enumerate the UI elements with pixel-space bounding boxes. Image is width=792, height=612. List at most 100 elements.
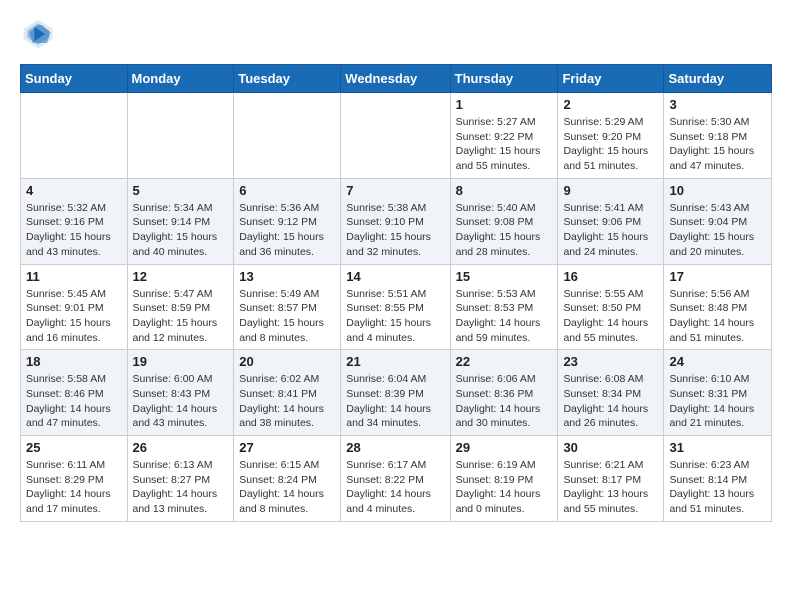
day-number: 7 <box>346 183 444 198</box>
day-info: Sunrise: 6:19 AM Sunset: 8:19 PM Dayligh… <box>456 458 553 517</box>
day-info: Sunrise: 6:15 AM Sunset: 8:24 PM Dayligh… <box>239 458 335 517</box>
weekday-tuesday: Tuesday <box>234 65 341 93</box>
day-number: 20 <box>239 354 335 369</box>
day-number: 1 <box>456 97 553 112</box>
day-info: Sunrise: 5:47 AM Sunset: 8:59 PM Dayligh… <box>133 287 229 346</box>
week-row-3: 11 Sunrise: 5:45 AM Sunset: 9:01 PM Dayli… <box>21 264 772 350</box>
day-cell: 14 Sunrise: 5:51 AM Sunset: 8:55 PM Dayli… <box>341 264 450 350</box>
day-number: 18 <box>26 354 122 369</box>
day-cell <box>341 93 450 179</box>
day-cell: 15 Sunrise: 5:53 AM Sunset: 8:53 PM Dayli… <box>450 264 558 350</box>
weekday-sunday: Sunday <box>21 65 128 93</box>
day-info: Sunrise: 5:40 AM Sunset: 9:08 PM Dayligh… <box>456 201 553 260</box>
day-number: 8 <box>456 183 553 198</box>
day-info: Sunrise: 6:10 AM Sunset: 8:31 PM Dayligh… <box>669 372 766 431</box>
day-cell: 29 Sunrise: 6:19 AM Sunset: 8:19 PM Dayli… <box>450 436 558 522</box>
day-cell: 20 Sunrise: 6:02 AM Sunset: 8:41 PM Dayli… <box>234 350 341 436</box>
day-number: 31 <box>669 440 766 455</box>
day-number: 24 <box>669 354 766 369</box>
day-info: Sunrise: 5:27 AM Sunset: 9:22 PM Dayligh… <box>456 115 553 174</box>
day-cell <box>234 93 341 179</box>
page: SundayMondayTuesdayWednesdayThursdayFrid… <box>0 0 792 538</box>
weekday-saturday: Saturday <box>664 65 772 93</box>
day-cell <box>127 93 234 179</box>
day-info: Sunrise: 5:41 AM Sunset: 9:06 PM Dayligh… <box>563 201 658 260</box>
calendar-table: SundayMondayTuesdayWednesdayThursdayFrid… <box>20 64 772 522</box>
day-info: Sunrise: 5:56 AM Sunset: 8:48 PM Dayligh… <box>669 287 766 346</box>
day-cell: 9 Sunrise: 5:41 AM Sunset: 9:06 PM Daylig… <box>558 178 664 264</box>
day-cell: 31 Sunrise: 6:23 AM Sunset: 8:14 PM Dayli… <box>664 436 772 522</box>
day-info: Sunrise: 6:08 AM Sunset: 8:34 PM Dayligh… <box>563 372 658 431</box>
day-number: 11 <box>26 269 122 284</box>
day-info: Sunrise: 5:51 AM Sunset: 8:55 PM Dayligh… <box>346 287 444 346</box>
day-info: Sunrise: 6:23 AM Sunset: 8:14 PM Dayligh… <box>669 458 766 517</box>
day-info: Sunrise: 5:38 AM Sunset: 9:10 PM Dayligh… <box>346 201 444 260</box>
day-number: 12 <box>133 269 229 284</box>
weekday-wednesday: Wednesday <box>341 65 450 93</box>
day-info: Sunrise: 6:04 AM Sunset: 8:39 PM Dayligh… <box>346 372 444 431</box>
day-number: 19 <box>133 354 229 369</box>
day-info: Sunrise: 6:11 AM Sunset: 8:29 PM Dayligh… <box>26 458 122 517</box>
day-number: 21 <box>346 354 444 369</box>
day-cell: 24 Sunrise: 6:10 AM Sunset: 8:31 PM Dayli… <box>664 350 772 436</box>
day-number: 30 <box>563 440 658 455</box>
day-cell: 16 Sunrise: 5:55 AM Sunset: 8:50 PM Dayli… <box>558 264 664 350</box>
day-number: 15 <box>456 269 553 284</box>
day-number: 4 <box>26 183 122 198</box>
day-number: 26 <box>133 440 229 455</box>
day-cell: 21 Sunrise: 6:04 AM Sunset: 8:39 PM Dayli… <box>341 350 450 436</box>
day-number: 16 <box>563 269 658 284</box>
day-info: Sunrise: 6:06 AM Sunset: 8:36 PM Dayligh… <box>456 372 553 431</box>
day-cell: 27 Sunrise: 6:15 AM Sunset: 8:24 PM Dayli… <box>234 436 341 522</box>
day-number: 17 <box>669 269 766 284</box>
day-info: Sunrise: 5:49 AM Sunset: 8:57 PM Dayligh… <box>239 287 335 346</box>
header <box>20 16 772 52</box>
day-cell: 22 Sunrise: 6:06 AM Sunset: 8:36 PM Dayli… <box>450 350 558 436</box>
day-info: Sunrise: 5:55 AM Sunset: 8:50 PM Dayligh… <box>563 287 658 346</box>
week-row-5: 25 Sunrise: 6:11 AM Sunset: 8:29 PM Dayli… <box>21 436 772 522</box>
day-cell <box>21 93 128 179</box>
day-number: 10 <box>669 183 766 198</box>
day-cell: 8 Sunrise: 5:40 AM Sunset: 9:08 PM Daylig… <box>450 178 558 264</box>
day-cell: 4 Sunrise: 5:32 AM Sunset: 9:16 PM Daylig… <box>21 178 128 264</box>
week-row-2: 4 Sunrise: 5:32 AM Sunset: 9:16 PM Daylig… <box>21 178 772 264</box>
day-info: Sunrise: 6:17 AM Sunset: 8:22 PM Dayligh… <box>346 458 444 517</box>
day-cell: 17 Sunrise: 5:56 AM Sunset: 8:48 PM Dayli… <box>664 264 772 350</box>
day-info: Sunrise: 5:29 AM Sunset: 9:20 PM Dayligh… <box>563 115 658 174</box>
day-info: Sunrise: 6:02 AM Sunset: 8:41 PM Dayligh… <box>239 372 335 431</box>
day-number: 9 <box>563 183 658 198</box>
day-cell: 26 Sunrise: 6:13 AM Sunset: 8:27 PM Dayli… <box>127 436 234 522</box>
day-cell: 19Sunrise: 6:00 AM Sunset: 8:43 PM Dayli… <box>127 350 234 436</box>
day-number: 13 <box>239 269 335 284</box>
day-number: 28 <box>346 440 444 455</box>
day-cell: 2 Sunrise: 5:29 AM Sunset: 9:20 PM Daylig… <box>558 93 664 179</box>
day-cell: 30 Sunrise: 6:21 AM Sunset: 8:17 PM Dayli… <box>558 436 664 522</box>
day-number: 2 <box>563 97 658 112</box>
day-number: 29 <box>456 440 553 455</box>
day-number: 25 <box>26 440 122 455</box>
day-number: 14 <box>346 269 444 284</box>
day-cell: 18Sunrise: 5:58 AM Sunset: 8:46 PM Dayli… <box>21 350 128 436</box>
weekday-friday: Friday <box>558 65 664 93</box>
week-row-1: 1 Sunrise: 5:27 AM Sunset: 9:22 PM Daylig… <box>21 93 772 179</box>
day-number: 5 <box>133 183 229 198</box>
day-number: 27 <box>239 440 335 455</box>
day-number: 22 <box>456 354 553 369</box>
day-info: Sunrise: 5:36 AM Sunset: 9:12 PM Dayligh… <box>239 201 335 260</box>
day-info: Sunrise: 6:21 AM Sunset: 8:17 PM Dayligh… <box>563 458 658 517</box>
day-cell: 6Sunrise: 5:36 AM Sunset: 9:12 PM Daylig… <box>234 178 341 264</box>
weekday-header-row: SundayMondayTuesdayWednesdayThursdayFrid… <box>21 65 772 93</box>
day-info: Sunrise: 6:13 AM Sunset: 8:27 PM Dayligh… <box>133 458 229 517</box>
logo-icon <box>20 16 56 52</box>
day-info: Sunrise: 5:45 AM Sunset: 9:01 PM Dayligh… <box>26 287 122 346</box>
day-cell: 25 Sunrise: 6:11 AM Sunset: 8:29 PM Dayli… <box>21 436 128 522</box>
day-number: 23 <box>563 354 658 369</box>
day-cell: 1 Sunrise: 5:27 AM Sunset: 9:22 PM Daylig… <box>450 93 558 179</box>
day-cell: 7 Sunrise: 5:38 AM Sunset: 9:10 PM Daylig… <box>341 178 450 264</box>
day-info: Sunrise: 5:32 AM Sunset: 9:16 PM Dayligh… <box>26 201 122 260</box>
day-cell: 28 Sunrise: 6:17 AM Sunset: 8:22 PM Dayli… <box>341 436 450 522</box>
weekday-monday: Monday <box>127 65 234 93</box>
day-info: Sunrise: 5:53 AM Sunset: 8:53 PM Dayligh… <box>456 287 553 346</box>
day-number: 3 <box>669 97 766 112</box>
day-info: Sunrise: 5:43 AM Sunset: 9:04 PM Dayligh… <box>669 201 766 260</box>
